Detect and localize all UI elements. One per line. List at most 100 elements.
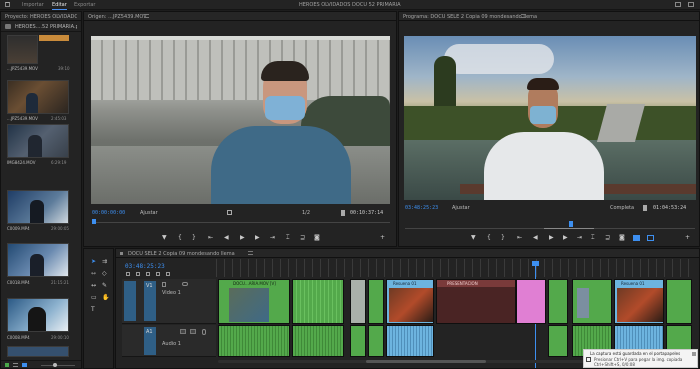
video-clip[interactable] bbox=[548, 279, 568, 324]
ripple-edit-tool-icon[interactable]: ⇿ bbox=[91, 271, 96, 277]
lock-icon[interactable] bbox=[162, 282, 166, 287]
program-video-frame[interactable] bbox=[404, 36, 696, 200]
source-timecode[interactable]: 00:00:00:00 bbox=[92, 210, 125, 216]
program-playhead[interactable] bbox=[569, 221, 573, 227]
audio-track-id[interactable]: A1 bbox=[144, 329, 153, 335]
pen-tool-icon[interactable]: ✎ bbox=[102, 283, 107, 289]
video-clip[interactable] bbox=[350, 279, 366, 324]
wrench-icon[interactable] bbox=[643, 205, 647, 211]
camera-icon[interactable]: ◙ bbox=[619, 235, 625, 241]
timeline-timecode[interactable]: 03:48:25:23 bbox=[125, 263, 165, 270]
add-button-icon[interactable]: + bbox=[685, 235, 690, 241]
play-icon[interactable]: ▶ bbox=[240, 235, 245, 241]
slip-tool-icon[interactable]: ↔ bbox=[91, 283, 96, 289]
list-view-icon[interactable] bbox=[13, 363, 18, 367]
go-to-out-icon[interactable]: ⇥ bbox=[577, 235, 582, 241]
time-ruler[interactable] bbox=[216, 259, 696, 277]
audio-clip[interactable] bbox=[218, 325, 290, 357]
linked-selection-icon[interactable] bbox=[136, 272, 140, 276]
pencil-icon[interactable] bbox=[5, 363, 9, 367]
clip-thumb-9[interactable] bbox=[7, 346, 69, 357]
source-resolution-dropdown[interactable]: 1/2 bbox=[302, 210, 310, 216]
hand-tool-icon[interactable]: ✋ bbox=[102, 295, 109, 301]
eye-icon[interactable] bbox=[182, 282, 188, 286]
source-patch-v1[interactable] bbox=[124, 281, 136, 321]
sequence-tab[interactable]: DOCU SELE 2 Copia 09 mondesando llema bbox=[128, 251, 235, 257]
track-select-tool-icon[interactable]: ⇉ bbox=[102, 259, 107, 265]
video-clip[interactable] bbox=[368, 279, 384, 324]
program-resolution-dropdown[interactable]: Completa bbox=[610, 205, 634, 211]
video-clip[interactable]: Resuena 01 bbox=[386, 279, 434, 324]
clip-thumb-2[interactable] bbox=[7, 80, 69, 114]
go-to-out-icon[interactable]: ⇥ bbox=[270, 235, 275, 241]
video-clip[interactable]: PRESENTACION bbox=[436, 279, 516, 324]
camera-icon[interactable]: ◙ bbox=[314, 235, 320, 241]
mark-out-icon[interactable]: } bbox=[501, 235, 505, 241]
zoom-slider[interactable] bbox=[41, 365, 75, 366]
program-fit-dropdown[interactable]: Ajustar bbox=[452, 205, 470, 211]
source-video-frame[interactable] bbox=[91, 36, 390, 204]
timeline-scrollbar-thumb[interactable] bbox=[366, 360, 486, 363]
video-clip[interactable]: DOCU...ARIA.MOV [V] bbox=[218, 279, 290, 324]
source-scrubber[interactable] bbox=[92, 222, 390, 223]
source-fit-dropdown[interactable]: Ajustar bbox=[140, 210, 158, 216]
video-clip[interactable] bbox=[516, 279, 546, 324]
audio-clip[interactable] bbox=[548, 325, 568, 357]
video-track-id[interactable]: V1 bbox=[144, 281, 156, 321]
fullscreen-icon[interactable] bbox=[688, 2, 694, 7]
close-tab-icon[interactable] bbox=[120, 252, 123, 255]
audio-clip[interactable] bbox=[368, 325, 384, 357]
panel-menu-icon[interactable] bbox=[521, 14, 526, 18]
razor-tool-icon[interactable]: ◇ bbox=[102, 271, 107, 277]
icon-view-icon[interactable] bbox=[22, 363, 27, 367]
step-back-icon[interactable]: ◀ bbox=[533, 235, 538, 241]
video-clip[interactable]: Resuena 01 bbox=[614, 279, 664, 324]
audio-clip[interactable] bbox=[292, 325, 344, 357]
snap-icon[interactable] bbox=[126, 272, 130, 276]
marker-icon[interactable]: ▼ bbox=[471, 235, 476, 241]
panel-menu-icon[interactable] bbox=[144, 14, 149, 18]
clip-thumb-3[interactable] bbox=[7, 124, 69, 158]
mark-in-icon[interactable]: { bbox=[487, 235, 491, 241]
rectangle-tool-icon[interactable]: ▭ bbox=[91, 295, 97, 301]
source-playhead[interactable] bbox=[92, 219, 96, 224]
program-timecode[interactable]: 03:48:25:23 bbox=[405, 205, 438, 211]
clip-thumb-8[interactable] bbox=[7, 298, 69, 332]
clip-thumb-1[interactable] bbox=[7, 35, 38, 64]
extract-icon[interactable]: ⊒ bbox=[605, 235, 610, 241]
step-forward-icon[interactable]: ▶ bbox=[563, 235, 568, 241]
step-back-icon[interactable]: ◀ bbox=[224, 235, 229, 241]
play-icon[interactable]: ▶ bbox=[549, 235, 554, 241]
selection-tool-icon[interactable]: ➤ bbox=[91, 259, 96, 265]
workspace-import[interactable]: Importar bbox=[22, 2, 44, 8]
audio-clip[interactable] bbox=[386, 325, 434, 357]
video-clip[interactable] bbox=[572, 279, 612, 324]
workspace-export[interactable]: Exportar bbox=[74, 2, 96, 8]
settings-icon[interactable] bbox=[227, 210, 232, 215]
share-icon[interactable] bbox=[675, 2, 681, 7]
audio-clip[interactable] bbox=[350, 325, 366, 357]
zoom-slider-handle[interactable] bbox=[53, 363, 57, 367]
comparison-view-icon[interactable] bbox=[633, 235, 640, 241]
add-marker-icon[interactable] bbox=[146, 272, 150, 276]
add-button-icon[interactable]: + bbox=[380, 235, 385, 241]
type-tool-icon[interactable]: T bbox=[91, 307, 95, 313]
workspace-edit[interactable]: Editar bbox=[52, 2, 67, 10]
go-to-in-icon[interactable]: ⇤ bbox=[517, 235, 522, 241]
home-icon[interactable] bbox=[5, 2, 10, 7]
panel-menu-icon[interactable] bbox=[248, 251, 253, 255]
wrench-icon[interactable] bbox=[341, 210, 345, 216]
mute-button[interactable] bbox=[180, 329, 186, 334]
insert-icon[interactable]: ⌶ bbox=[286, 235, 290, 241]
mark-in-icon[interactable]: { bbox=[178, 235, 182, 241]
marker-icon[interactable]: ▼ bbox=[162, 235, 167, 241]
program-zoom-bar[interactable] bbox=[544, 228, 594, 229]
wrench-icon[interactable] bbox=[156, 272, 160, 276]
solo-button[interactable] bbox=[190, 329, 196, 334]
clip-thumb-7[interactable] bbox=[7, 243, 69, 277]
go-to-in-icon[interactable]: ⇤ bbox=[208, 235, 213, 241]
step-forward-icon[interactable]: ▶ bbox=[255, 235, 260, 241]
captions-icon[interactable] bbox=[166, 272, 170, 276]
overwrite-icon[interactable]: ⊒ bbox=[300, 235, 305, 241]
vr-icon[interactable] bbox=[647, 235, 654, 241]
